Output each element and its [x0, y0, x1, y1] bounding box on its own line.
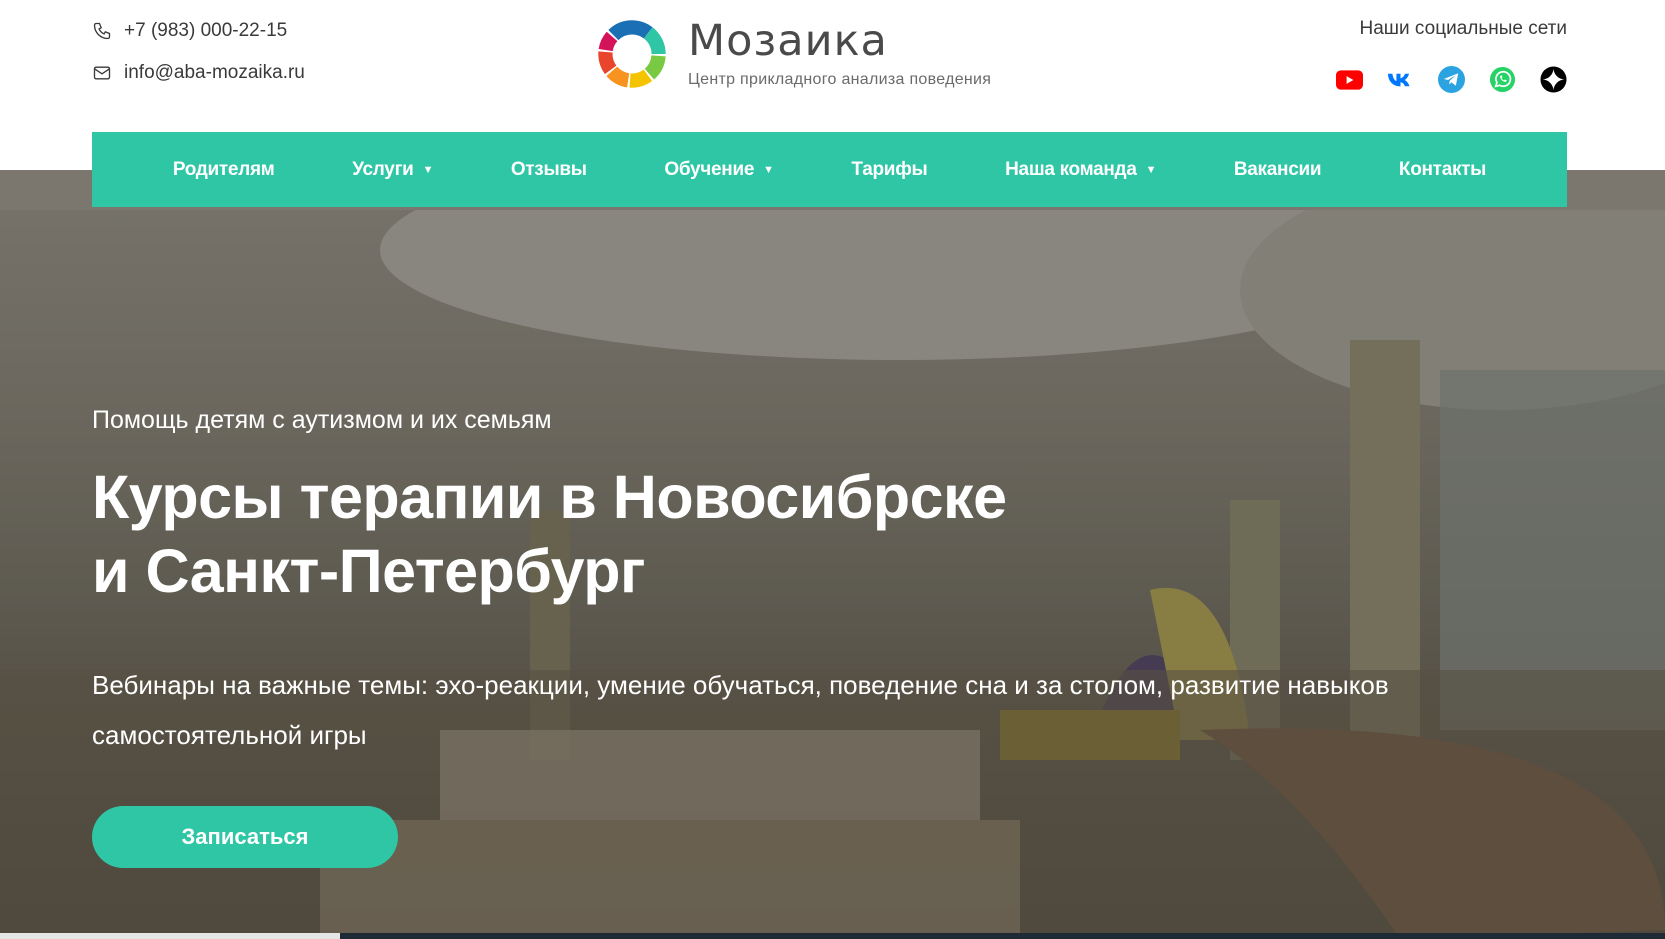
nav-label: Услуги — [352, 158, 414, 180]
nav-label: Отзывы — [510, 158, 587, 180]
headline-line-1: Курсы терапии в Новосибрске — [92, 463, 1007, 531]
mosaic-logo-icon — [598, 20, 666, 88]
phone-link[interactable]: +7 (983) 000-22-15 — [92, 18, 305, 44]
nav-label: Обучение — [664, 158, 755, 180]
nav-item-services[interactable]: Услуги ▼ — [352, 159, 433, 181]
caret-down-icon: ▼ — [1145, 163, 1157, 176]
logo-title: Мозаика — [688, 15, 888, 66]
caret-down-icon: ▼ — [422, 163, 434, 176]
signup-button[interactable]: Записаться — [92, 806, 398, 868]
vk-icon[interactable] — [1387, 66, 1414, 93]
social-block: Наши социальные сети — [1336, 18, 1567, 93]
header-contacts: +7 (983) 000-22-15 info@aba-mozaika.ru — [92, 18, 305, 102]
mail-icon — [93, 66, 111, 80]
nav-item-reviews[interactable]: Отзывы — [511, 159, 587, 181]
nav-label: Тарифы — [851, 158, 928, 180]
nav-item-vacancies[interactable]: Вакансии — [1233, 158, 1322, 181]
logo-subtitle: Центр прикладного анализа поведения — [688, 70, 992, 88]
hero-kicker: Помощь детям с аутизмом и их семьям — [92, 406, 552, 434]
social-icons — [1336, 66, 1567, 93]
main-navigation: Родителям Услуги ▼ Отзывы Обучение ▼ Тариф… — [92, 132, 1567, 207]
whatsapp-icon[interactable] — [1489, 66, 1516, 93]
headline-line-2: и Санкт-Петербург — [92, 537, 645, 605]
phone-number: +7 (983) 000-22-15 — [124, 20, 288, 41]
social-title: Наши социальные сети — [1359, 18, 1568, 39]
hero-headline: Курсы терапии в Новосибрске и Санкт-Пете… — [92, 460, 1192, 608]
nav-item-team[interactable]: Наша команда ▼ — [1005, 159, 1156, 181]
bottom-strip-left — [0, 933, 340, 939]
hero-description: Вебинары на важные темы: эхо-реакции, ум… — [92, 670, 1389, 750]
youtube-icon[interactable] — [1336, 66, 1363, 93]
nav-item-tariffs[interactable]: Тарифы — [851, 159, 927, 181]
nav-label: Контакты — [1398, 158, 1487, 180]
caret-down-icon: ▼ — [763, 163, 774, 176]
site-logo[interactable]: Мозаика Центр прикладного анализа поведе… — [594, 16, 991, 92]
nav-item-training[interactable]: Обучение ▼ — [664, 158, 774, 181]
nav-label: Вакансии — [1233, 158, 1322, 180]
nav-label: Наша команда — [1005, 158, 1137, 180]
hero-section: Помощь детям с аутизмом и их семьям Курс… — [0, 170, 1665, 939]
nav-item-parents[interactable]: Родителям — [173, 159, 275, 181]
telegram-icon[interactable] — [1438, 66, 1465, 93]
email-address: info@aba-mozaika.ru — [124, 62, 305, 83]
email-link[interactable]: info@aba-mozaika.ru — [92, 60, 305, 86]
dzen-icon[interactable] — [1540, 66, 1567, 93]
nav-item-contacts[interactable]: Контакты — [1398, 158, 1487, 181]
nav-label: Родителям — [172, 158, 275, 180]
phone-icon — [93, 22, 111, 40]
